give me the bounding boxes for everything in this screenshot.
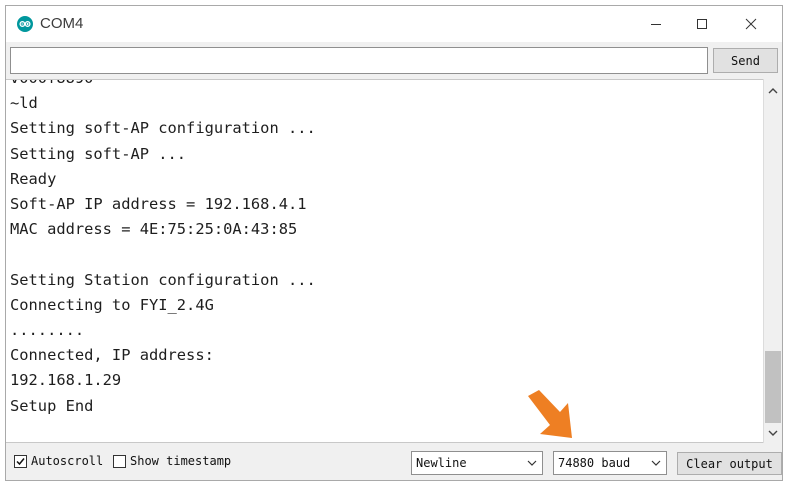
checkmark-icon xyxy=(16,457,25,465)
output-line: Connected, IP address: xyxy=(10,346,214,365)
output-line: MAC address = 4E:75:25:0A:43:85 xyxy=(10,220,298,239)
clear-output-button[interactable]: Clear output xyxy=(677,452,782,475)
output-line: 192.168.1.29 xyxy=(10,371,122,390)
serial-monitor-window: COM4 Send v000f8890 ~ld Setting soft-AP … xyxy=(5,5,783,481)
window-title: COM4 xyxy=(40,15,84,32)
vertical-scrollbar[interactable] xyxy=(763,79,782,443)
highlight-arrow-icon xyxy=(528,390,572,438)
output-line: ~ld xyxy=(10,94,38,113)
line-ending-value: Newline xyxy=(416,456,467,470)
scroll-thumb[interactable] xyxy=(765,351,781,423)
output-line: Soft-AP IP address = 192.168.4.1 xyxy=(10,195,307,214)
autoscroll-checkbox[interactable]: Autoscroll xyxy=(14,454,103,468)
output-line: Setting soft-AP ... xyxy=(10,144,187,163)
output-line: Setting soft-AP configuration ... xyxy=(10,119,316,138)
send-button[interactable]: Send xyxy=(713,48,778,73)
output-line: Setting Station configuration ... xyxy=(10,270,316,289)
output-line: Setup End xyxy=(10,396,94,415)
output-text: v000f8890 ~ld Setting soft-AP configurat… xyxy=(10,80,316,419)
chevron-down-icon xyxy=(527,460,537,466)
maximize-button[interactable] xyxy=(679,6,725,42)
output-line: Ready xyxy=(10,169,57,188)
chevron-down-icon xyxy=(651,460,661,466)
output-line: ........ xyxy=(10,321,85,340)
baud-rate-select[interactable]: 74880 baud xyxy=(553,451,667,475)
footer-bar: Autoscroll Show timestamp Newline 74880 … xyxy=(6,444,782,480)
autoscroll-check-box[interactable] xyxy=(14,454,27,468)
line-ending-select[interactable]: Newline xyxy=(411,451,543,475)
baud-rate-value: 74880 baud xyxy=(558,456,631,470)
timestamp-label: Show timestamp xyxy=(130,454,232,468)
minimize-button[interactable] xyxy=(633,6,679,42)
send-input[interactable] xyxy=(10,47,708,74)
serial-output[interactable]: v000f8890 ~ld Setting soft-AP configurat… xyxy=(6,79,763,443)
title-bar[interactable]: COM4 xyxy=(6,6,782,42)
output-line: Connecting to FYI_2.4G xyxy=(10,295,214,314)
maximize-icon xyxy=(697,19,707,29)
minimize-icon xyxy=(651,24,661,25)
timestamp-check-box[interactable] xyxy=(113,454,126,468)
scroll-up-icon xyxy=(768,88,778,94)
autoscroll-label: Autoscroll xyxy=(31,454,104,468)
close-icon xyxy=(745,18,757,30)
show-timestamp-checkbox[interactable]: Show timestamp xyxy=(113,454,231,468)
arduino-app-icon xyxy=(17,16,33,32)
output-line: v000f8890 xyxy=(10,80,93,87)
close-button[interactable] xyxy=(728,6,774,42)
scroll-down-icon xyxy=(768,430,778,436)
